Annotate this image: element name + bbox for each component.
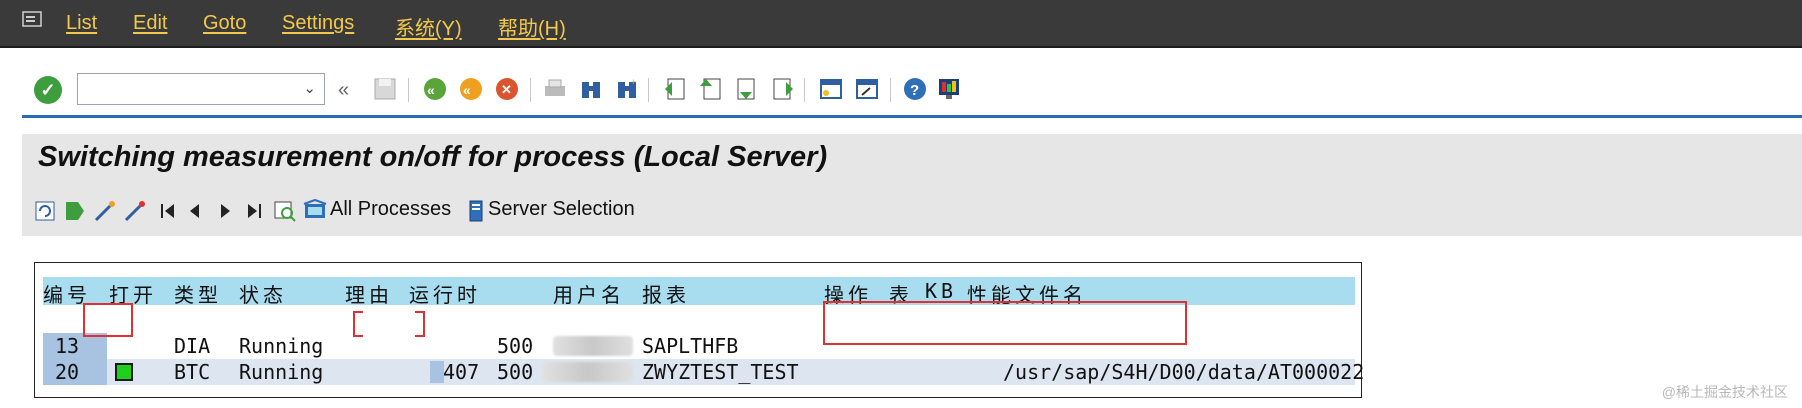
row-report: ZWYZTEST_TEST: [642, 360, 799, 384]
menu-list[interactable]: List: [66, 12, 97, 35]
save-icon[interactable]: [372, 76, 398, 102]
shortcut-icon[interactable]: [854, 76, 880, 102]
row-type: BTC: [174, 360, 211, 384]
row-number: 20: [55, 360, 80, 384]
previous-icon[interactable]: [182, 198, 208, 224]
header-user[interactable]: 用户名: [553, 279, 625, 308]
page-title: Switching measurement on/off for process…: [38, 141, 828, 173]
svg-text:«: «: [463, 82, 471, 98]
header-status[interactable]: 状态: [239, 279, 287, 308]
activate-icon[interactable]: [62, 198, 88, 224]
row-number: 13: [55, 334, 80, 358]
standard-toolbar: ✓ ⌄ « « « ✕ + ?: [22, 48, 1802, 118]
collapse-icon[interactable]: «: [334, 76, 360, 102]
header-reason[interactable]: 理由: [345, 279, 393, 308]
server-selection-icon[interactable]: [462, 198, 488, 224]
header-report[interactable]: 报表: [642, 279, 690, 308]
server-selection-button[interactable]: Server Selection: [488, 198, 635, 221]
all-processes-button[interactable]: All Processes: [330, 198, 451, 221]
svg-text:✕: ✕: [501, 82, 512, 97]
layout-icon[interactable]: [936, 76, 962, 102]
header-type[interactable]: 类型: [174, 279, 222, 308]
next-icon[interactable]: [212, 198, 238, 224]
all-processes-icon[interactable]: [302, 198, 328, 224]
menu-edit[interactable]: Edit: [133, 12, 167, 35]
row-client: 500: [497, 334, 534, 358]
row-status: Running: [239, 360, 324, 384]
highlight-open-frame: [83, 303, 133, 337]
first-page-icon[interactable]: [662, 76, 688, 102]
svg-text:«: «: [338, 79, 349, 101]
title-bar: Switching measurement on/off for process…: [22, 134, 1802, 184]
highlight-bracket-left: [353, 311, 363, 337]
svg-text:+: +: [631, 77, 636, 87]
table-row[interactable]: 20 BTC Running 407 500 ZWYZTEST_TEST /us…: [43, 359, 1364, 385]
print-icon[interactable]: [542, 76, 568, 102]
back-icon[interactable]: «: [422, 76, 448, 102]
previous-page-icon[interactable]: [698, 76, 724, 102]
next-page-icon[interactable]: [734, 76, 760, 102]
menu-system[interactable]: 系统(Y): [395, 12, 462, 41]
last-page-icon[interactable]: [770, 76, 796, 102]
find-next-icon[interactable]: +: [614, 76, 640, 102]
cancel-icon[interactable]: ✕: [494, 76, 520, 102]
redacted-username: [543, 362, 633, 382]
process-list: 编号 打开 类型 状态 理由 运行时 用户名 报表 操作 表 KB 性能文件名 …: [34, 262, 1364, 398]
header-kb[interactable]: KB: [925, 279, 957, 303]
switch-off-icon[interactable]: [122, 198, 148, 224]
redacted-username: [553, 336, 633, 356]
chevron-down-icon[interactable]: ⌄: [303, 74, 316, 104]
switch-on-icon[interactable]: [92, 198, 118, 224]
row-runtime: 407: [443, 360, 480, 384]
menu-goto[interactable]: Goto: [203, 12, 246, 35]
watermark: @稀土掘金技术社区: [1661, 384, 1788, 400]
command-field[interactable]: ⌄: [77, 73, 325, 105]
find-icon[interactable]: [578, 76, 604, 102]
help-icon[interactable]: ?: [902, 76, 928, 102]
row-type: DIA: [174, 334, 211, 358]
svg-text:?: ?: [910, 82, 919, 99]
open-status-icon[interactable]: [115, 363, 133, 381]
last-icon[interactable]: [240, 198, 266, 224]
row-client: 500: [497, 360, 534, 384]
menu-help[interactable]: 帮助(H): [498, 12, 566, 41]
header-runtime[interactable]: 运行时: [409, 279, 481, 308]
details-icon[interactable]: [272, 198, 298, 224]
svg-text:«: «: [427, 82, 435, 98]
application-toolbar: All Processes Server Selection: [22, 184, 1802, 236]
row-perf-file: /usr/sap/S4H/D00/data/AT000022: [1003, 360, 1365, 384]
ok-icon[interactable]: ✓: [34, 76, 62, 104]
row-status: Running: [239, 334, 324, 358]
first-icon[interactable]: [156, 198, 182, 224]
highlight-file-frame: [823, 301, 1187, 345]
exit-icon[interactable]: «: [458, 76, 484, 102]
row-report: SAPLTHFB: [642, 334, 739, 358]
menu-bar: List Edit Goto Settings 系统(Y) 帮助(H): [0, 0, 1802, 48]
refresh-icon[interactable]: [32, 198, 58, 224]
menu-icon[interactable]: [22, 11, 42, 27]
menu-settings[interactable]: Settings: [282, 12, 354, 35]
runtime-bar: [430, 361, 444, 383]
new-session-icon[interactable]: [818, 76, 844, 102]
highlight-bracket-right: [415, 311, 425, 337]
